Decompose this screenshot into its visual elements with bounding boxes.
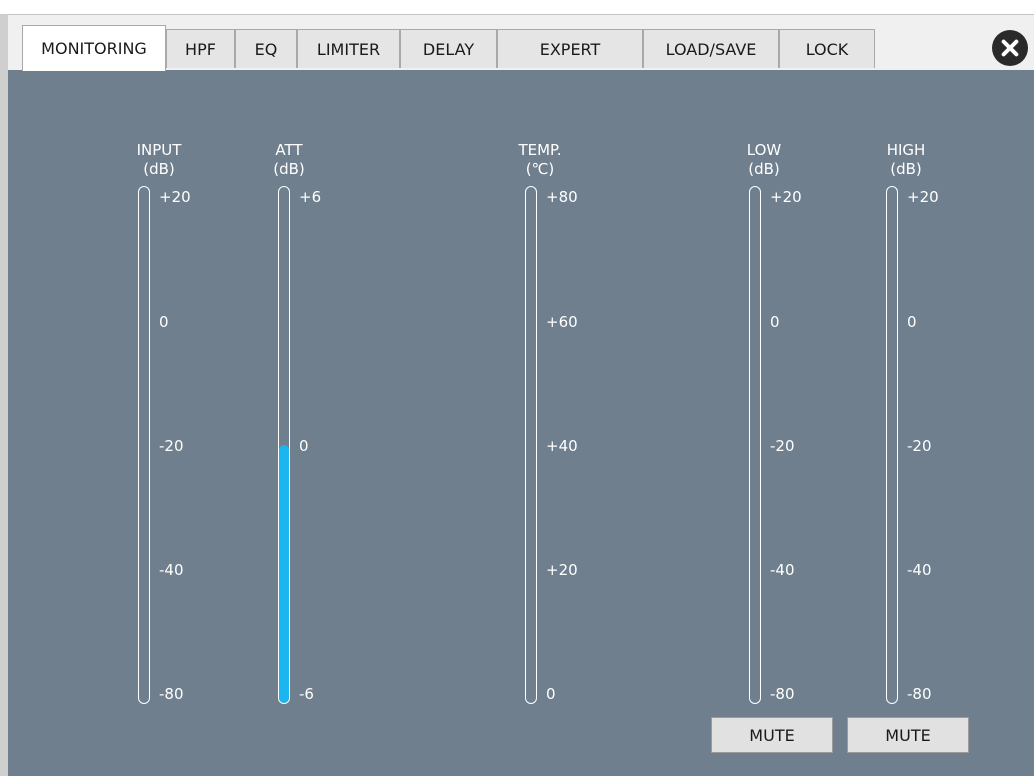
high-meter xyxy=(886,186,898,704)
low-tick: -80 xyxy=(770,685,795,703)
window-left-border xyxy=(0,14,8,776)
tab-lock[interactable]: LOCK xyxy=(779,29,875,68)
input-tick: -20 xyxy=(159,437,184,455)
low-meter-unit: (dB) xyxy=(748,160,780,178)
low-tick: +20 xyxy=(770,188,802,206)
input-tick: 0 xyxy=(159,313,169,331)
high-meter-unit: (dB) xyxy=(890,160,922,178)
temp-meter-title: TEMP. xyxy=(518,141,562,159)
high-tick: 0 xyxy=(907,313,917,331)
input-meter-title: INPUT xyxy=(136,141,182,159)
high-meter-title: HIGH xyxy=(886,141,926,159)
att-tick: -6 xyxy=(299,685,314,703)
temp-tick: +20 xyxy=(546,561,578,579)
tab-hpf[interactable]: HPF xyxy=(166,29,235,68)
high-tick: -20 xyxy=(907,437,932,455)
tab-expert[interactable]: EXPERT xyxy=(497,29,643,68)
temp-tick: +60 xyxy=(546,313,578,331)
temp-tick: +80 xyxy=(546,188,578,206)
att-meter xyxy=(278,186,290,704)
input-tick: +20 xyxy=(159,188,191,206)
temp-meter xyxy=(525,186,537,704)
input-meter-unit: (dB) xyxy=(143,160,175,178)
input-meter xyxy=(138,186,150,704)
temp-tick: 0 xyxy=(546,685,556,703)
att-meter-fill xyxy=(279,445,289,703)
tab-monitoring[interactable]: MONITORING xyxy=(22,25,166,71)
low-tick: 0 xyxy=(770,313,780,331)
low-meter-title: LOW xyxy=(746,141,782,159)
temp-tick: +40 xyxy=(546,437,578,455)
att-tick: 0 xyxy=(299,437,309,455)
temp-meter-unit: (℃) xyxy=(525,160,555,178)
tab-delay[interactable]: DELAY xyxy=(400,29,497,68)
att-tick: +6 xyxy=(299,188,322,206)
tab-limiter[interactable]: LIMITER xyxy=(297,29,400,68)
monitoring-window: MONITORING HPF EQ LIMITER DELAY EXPERT L… xyxy=(0,0,1034,776)
tab-load-save[interactable]: LOAD/SAVE xyxy=(643,29,779,68)
tab-eq[interactable]: EQ xyxy=(235,29,297,68)
low-mute-button[interactable]: MUTE xyxy=(711,717,833,753)
close-icon[interactable] xyxy=(992,30,1028,66)
low-tick: -20 xyxy=(770,437,795,455)
high-mute-button[interactable]: MUTE xyxy=(847,717,969,753)
low-tick: -40 xyxy=(770,561,795,579)
input-tick: -80 xyxy=(159,685,184,703)
high-tick: -40 xyxy=(907,561,932,579)
high-tick: +20 xyxy=(907,188,939,206)
att-meter-title: ATT xyxy=(275,141,303,159)
input-tick: -40 xyxy=(159,561,184,579)
low-meter xyxy=(749,186,761,704)
att-meter-unit: (dB) xyxy=(273,160,305,178)
high-tick: -80 xyxy=(907,685,932,703)
